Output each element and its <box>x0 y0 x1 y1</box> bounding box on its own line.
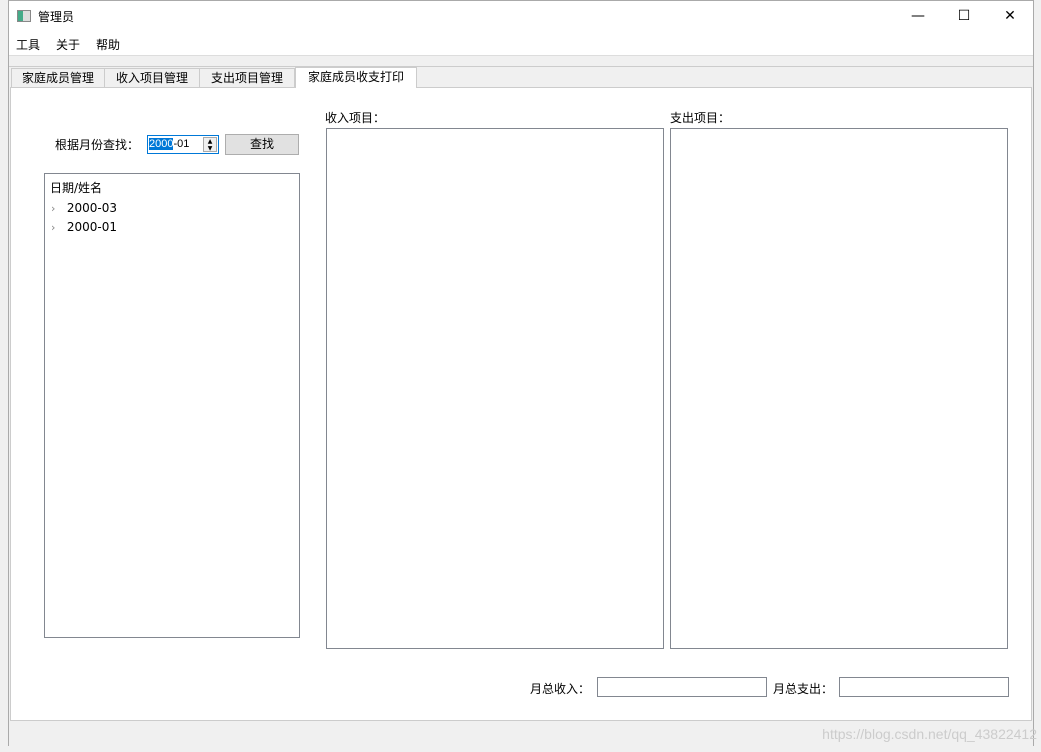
search-label: 根据月份查找： <box>55 138 140 152</box>
expense-label: 支出项目： <box>670 111 731 125</box>
total-income-label: 月总收入： <box>530 682 591 696</box>
expense-list[interactable] <box>670 128 1008 649</box>
tree-item[interactable]: › 2000-03 <box>51 201 117 215</box>
total-income-field[interactable] <box>597 677 767 697</box>
income-label: 收入项目： <box>325 111 386 125</box>
tree-item-label: 2000-03 <box>66 201 117 215</box>
total-expense-field[interactable] <box>839 677 1009 697</box>
menu-about[interactable]: 关于 <box>56 36 80 53</box>
tab-content: 根据月份查找： 2000-01 ▲ ▼ 查找 日期/姓名 › 2000-03 › … <box>10 87 1032 721</box>
menu-help[interactable]: 帮助 <box>96 36 120 53</box>
month-spinbox[interactable]: 2000-01 ▲ ▼ <box>147 135 219 154</box>
main-window: 管理员 — ☐ ✕ 工具 关于 帮助 家庭成员管理 收入项目管理 支出项目管理 … <box>8 0 1034 746</box>
title-bar: 管理员 — ☐ ✕ <box>9 1 1033 31</box>
minimize-button[interactable]: — <box>895 1 941 31</box>
close-button[interactable]: ✕ <box>987 1 1033 31</box>
watermark: https://blog.csdn.net/qq_43822412 <box>822 726 1037 742</box>
tab-member-print[interactable]: 家庭成员收支打印 <box>295 67 417 88</box>
tree-item[interactable]: › 2000-01 <box>51 220 117 234</box>
tree-item-label: 2000-01 <box>66 220 117 234</box>
menu-tools[interactable]: 工具 <box>16 36 40 53</box>
tab-expense-management[interactable]: 支出项目管理 <box>199 68 295 88</box>
spin-arrows-icon[interactable]: ▲ ▼ <box>203 137 217 152</box>
spinbox-selected-text: 2000 <box>149 138 174 150</box>
chevron-right-icon[interactable]: › <box>51 221 55 234</box>
maximize-button[interactable]: ☐ <box>941 1 987 31</box>
tab-member-management[interactable]: 家庭成员管理 <box>11 68 105 88</box>
tree-header: 日期/姓名 <box>50 181 103 195</box>
date-name-tree[interactable]: 日期/姓名 › 2000-03 › 2000-01 <box>44 173 300 638</box>
spinbox-text: -01 <box>173 138 190 150</box>
tab-income-management[interactable]: 收入项目管理 <box>104 68 200 88</box>
window-title: 管理员 <box>38 10 75 24</box>
total-expense-label: 月总支出： <box>773 682 834 696</box>
chevron-right-icon[interactable]: › <box>51 202 55 215</box>
income-list[interactable] <box>326 128 664 649</box>
toolbar <box>9 55 1033 67</box>
menu-bar: 工具 关于 帮助 <box>9 31 1033 55</box>
app-icon <box>17 10 31 22</box>
search-button[interactable]: 查找 <box>225 134 299 155</box>
